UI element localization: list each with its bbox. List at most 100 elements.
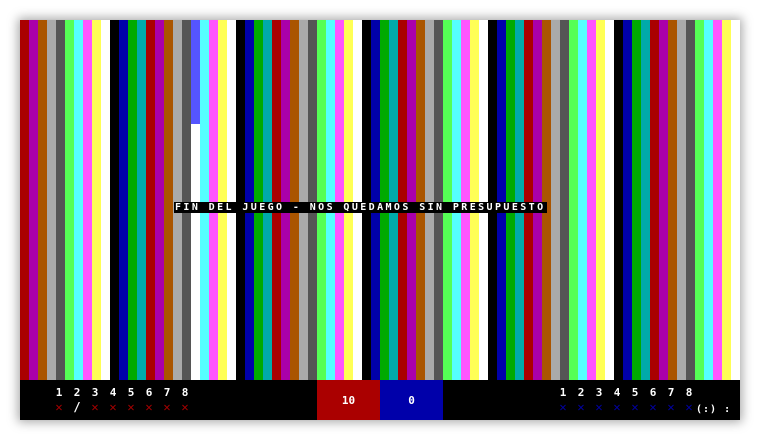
color-stripe [344, 20, 353, 380]
color-stripe [272, 20, 281, 380]
color-stripe [605, 20, 614, 380]
color-stripe [74, 20, 83, 380]
color-stripe [164, 20, 173, 380]
color-stripe [488, 20, 497, 380]
slot-number: 7 [163, 386, 171, 399]
color-stripe [452, 20, 461, 380]
playfield [20, 20, 740, 380]
color-stripe [650, 20, 659, 380]
slot-number: 7 [667, 386, 675, 399]
player-slot: 7 ✕ [158, 386, 176, 414]
color-stripe [353, 20, 362, 380]
color-stripe [677, 20, 686, 380]
color-stripe [218, 20, 227, 380]
color-stripe [83, 20, 92, 380]
slot-x-mark: ✕ [649, 400, 657, 414]
slot-number: 3 [595, 386, 603, 399]
slot-x-mark: ✕ [595, 400, 603, 414]
color-stripe [65, 20, 74, 380]
slot-x-mark: ✕ [55, 400, 63, 414]
slot-number: 1 [559, 386, 567, 399]
color-stripe [686, 20, 695, 380]
slot-x-mark: ✕ [613, 400, 621, 414]
color-stripe [578, 20, 587, 380]
color-stripe [137, 20, 146, 380]
color-stripe [128, 20, 137, 380]
color-stripe [20, 20, 29, 380]
player-slot: 8 ✕ [176, 386, 194, 414]
hud-bar: 1 ✕ 2/3 ✕ 4 ✕ 5 ✕ 6 ✕ 7 ✕ 8 ✕ 10 0 1 ✕ 2 ✕ 3 ✕ 4 ✕ 5 ✕ 6 ✕ 7 ✕ 8 ✕ (… [20, 380, 740, 420]
slot-number: 2 [577, 386, 585, 399]
player-slot: 1 ✕ [50, 386, 68, 414]
color-stripe [263, 20, 272, 380]
slot-x-mark: ✕ [109, 400, 117, 414]
color-stripe [317, 20, 326, 380]
player-slot: 2/ [68, 386, 86, 414]
color-stripe [713, 20, 722, 380]
slot-number: 5 [127, 386, 135, 399]
player-slot: 1 ✕ [554, 386, 572, 414]
player-slot: 4 ✕ [104, 386, 122, 414]
color-stripe [92, 20, 101, 380]
status-indicator: (:) : [696, 404, 732, 415]
color-stripe [587, 20, 596, 380]
color-stripe [470, 20, 479, 380]
left-player-slots: 1 ✕ 2/3 ✕ 4 ✕ 5 ✕ 6 ✕ 7 ✕ 8 ✕ [50, 386, 194, 414]
color-stripe [515, 20, 524, 380]
slot-number: 6 [649, 386, 657, 399]
slot-check-mark: / [73, 400, 81, 414]
color-stripe [461, 20, 470, 380]
slot-x-mark: ✕ [163, 400, 171, 414]
color-stripe [254, 20, 263, 380]
color-stripe [668, 20, 677, 380]
color-stripe [146, 20, 155, 380]
color-stripe [569, 20, 578, 380]
color-stripe [56, 20, 65, 380]
player-slot: 3 ✕ [590, 386, 608, 414]
slot-number: 4 [109, 386, 117, 399]
color-stripe [632, 20, 641, 380]
color-stripe [182, 20, 191, 380]
slot-number: 3 [91, 386, 99, 399]
color-stripe [641, 20, 650, 380]
slot-number: 5 [631, 386, 639, 399]
color-stripe [614, 20, 623, 380]
color-stripe [47, 20, 56, 380]
red-score: 10 [317, 380, 380, 420]
player-slot: 6 ✕ [140, 386, 158, 414]
color-stripe [479, 20, 488, 380]
color-stripe [326, 20, 335, 380]
white-block [191, 20, 200, 380]
slot-x-mark: ✕ [631, 400, 639, 414]
slot-x-mark: ✕ [91, 400, 99, 414]
slot-x-mark: ✕ [127, 400, 135, 414]
color-stripe [245, 20, 254, 380]
color-stripe [299, 20, 308, 380]
color-stripe [623, 20, 632, 380]
slot-x-mark: ✕ [667, 400, 675, 414]
color-stripe [443, 20, 452, 380]
color-stripe [524, 20, 533, 380]
player-slot: 6 ✕ [644, 386, 662, 414]
color-stripe [101, 20, 110, 380]
color-stripe [389, 20, 398, 380]
slot-x-mark: ✕ [559, 400, 567, 414]
color-stripe [173, 20, 182, 380]
color-stripe [542, 20, 551, 380]
player-slot: 3 ✕ [86, 386, 104, 414]
blue-score: 0 [380, 380, 443, 420]
color-stripe [659, 20, 668, 380]
color-stripe [119, 20, 128, 380]
color-stripe [695, 20, 704, 380]
slot-x-mark: ✕ [685, 400, 693, 414]
color-stripe [596, 20, 605, 380]
color-stripe [380, 20, 389, 380]
player-slot: 5 ✕ [122, 386, 140, 414]
color-stripe [110, 20, 119, 380]
player-slot: 2 ✕ [572, 386, 590, 414]
player-slot: 4 ✕ [608, 386, 626, 414]
color-stripe [335, 20, 344, 380]
color-stripe [308, 20, 317, 380]
color-stripe [227, 20, 236, 380]
color-stripe [290, 20, 299, 380]
